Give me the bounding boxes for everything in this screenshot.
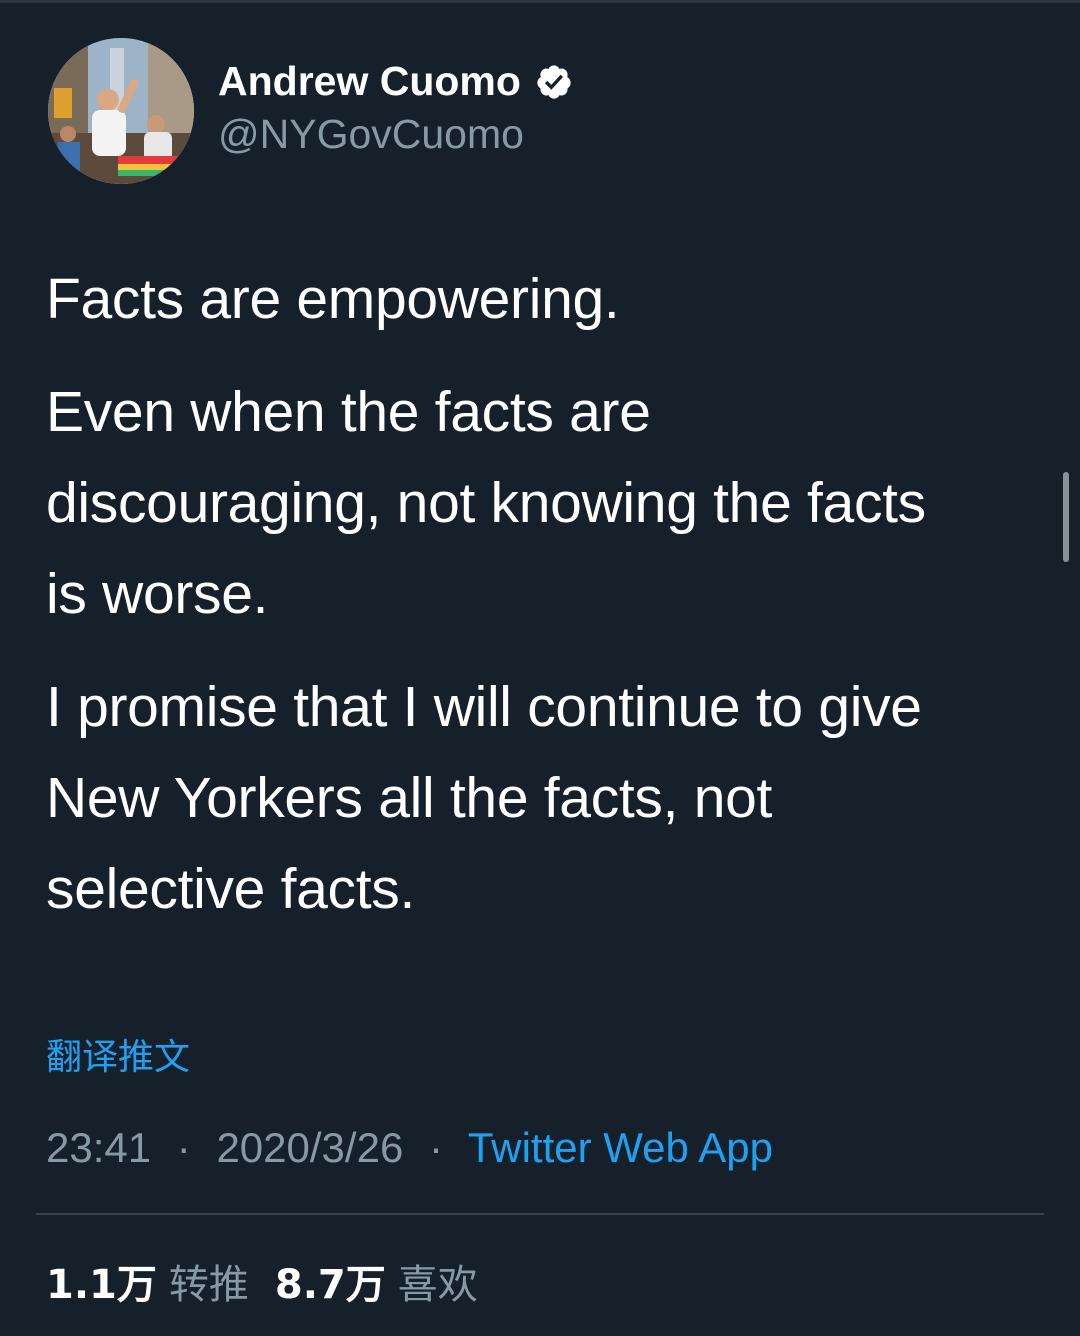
- top-edge: [0, 0, 1080, 3]
- tweet-paragraph: Even when the facts are discouraging, no…: [46, 380, 926, 626]
- likes-count: 8.7万: [274, 1262, 386, 1308]
- meta-separator: ·: [176, 1124, 191, 1171]
- divider: [36, 1213, 1044, 1215]
- tweet-paragraph: I promise that I will continue to give N…: [46, 675, 922, 921]
- tweet-stats: 1.1万 转推 8.7万 喜欢: [46, 1252, 504, 1310]
- verified-badge-icon: [535, 63, 573, 101]
- tweet-text: Facts are empowering. Even when the fact…: [46, 254, 1036, 957]
- avatar-photo: [48, 38, 194, 184]
- author-handle[interactable]: @NYGovCuomo: [218, 111, 524, 158]
- retweets-count: 1.1万: [46, 1262, 157, 1308]
- display-name-text: Andrew Cuomo: [218, 58, 521, 104]
- translate-tweet-link[interactable]: 翻译推文: [46, 1028, 190, 1080]
- tweet-paragraph: Facts are empowering.: [46, 267, 620, 331]
- avatar[interactable]: [48, 38, 194, 184]
- likes-label: 喜欢: [397, 1262, 478, 1308]
- meta-separator: ·: [428, 1124, 443, 1171]
- tweet-time[interactable]: 23:41: [46, 1124, 151, 1171]
- retweets-stat[interactable]: 1.1万 转推: [46, 1262, 275, 1308]
- scrollbar[interactable]: [1063, 472, 1069, 562]
- tweet-source-link[interactable]: Twitter Web App: [468, 1124, 773, 1171]
- retweets-label: 转推: [168, 1262, 249, 1308]
- likes-stat[interactable]: 8.7万 喜欢: [275, 1262, 504, 1308]
- author-display-name[interactable]: Andrew Cuomo: [218, 58, 573, 105]
- tweet-meta: 23:41 · 2020/3/26 · Twitter Web App: [46, 1124, 773, 1172]
- tweet-date[interactable]: 2020/3/26: [216, 1124, 403, 1171]
